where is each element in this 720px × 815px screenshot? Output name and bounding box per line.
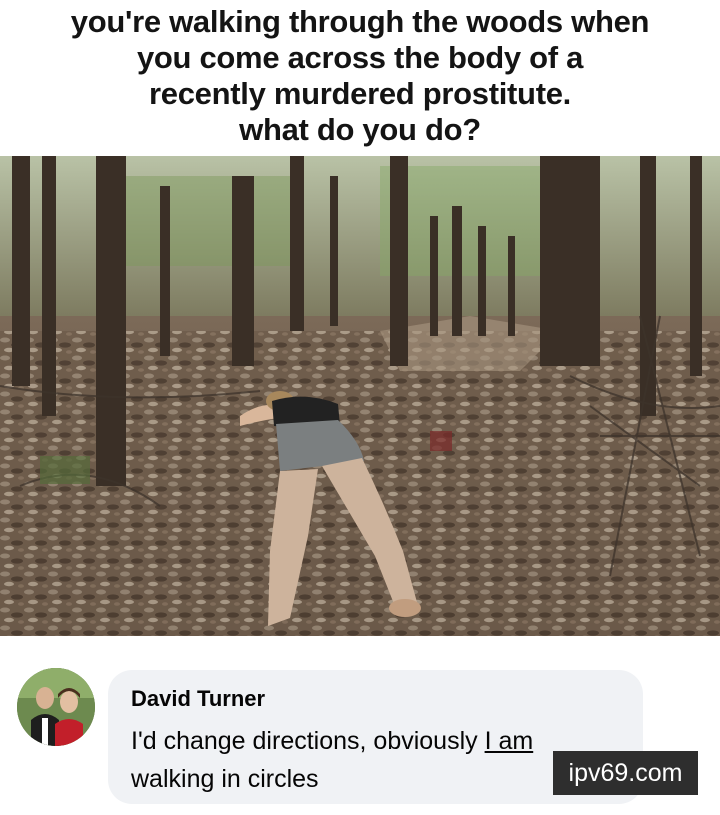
avatar[interactable] bbox=[17, 668, 95, 746]
caption-line-2: you come across the body of a bbox=[136, 40, 584, 75]
comment-line-1-underlined: I am bbox=[484, 727, 534, 755]
comment-line-1-text: I'd change directions, obviously bbox=[131, 727, 485, 755]
caption-line-4: what do you do? bbox=[239, 112, 481, 147]
caption-line-3: recently murdered prostitute. bbox=[149, 76, 571, 111]
comment-author[interactable]: David Turner bbox=[131, 686, 265, 712]
forest-photo bbox=[0, 156, 720, 636]
caption-line-1: you're walking through the woods when bbox=[70, 4, 650, 39]
watermark-label: ipv69.com bbox=[553, 751, 698, 795]
meme-caption: you're walking through the woods when yo… bbox=[0, 0, 720, 156]
